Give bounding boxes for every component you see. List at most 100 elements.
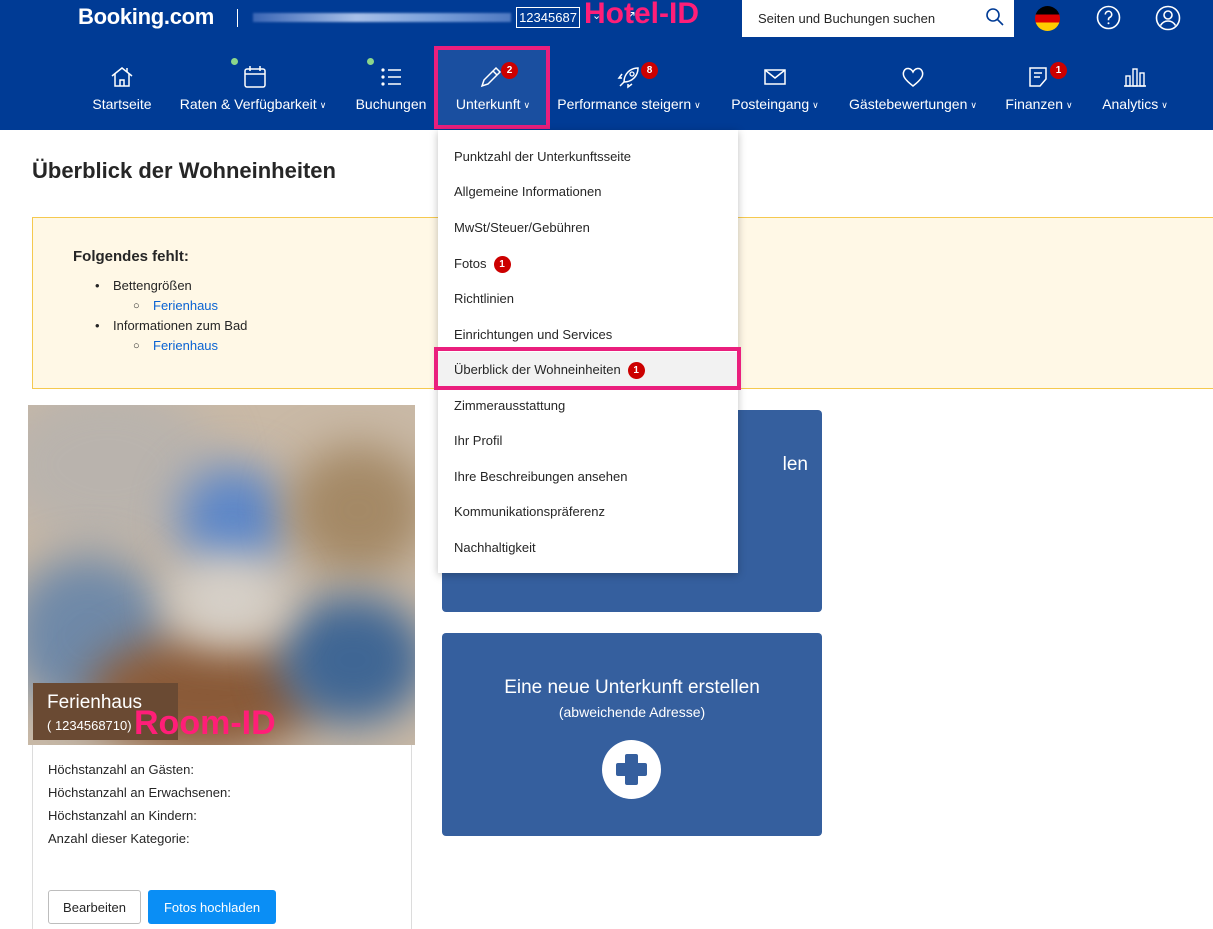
menu-item-label: Richtlinien [454, 291, 514, 306]
german-flag-icon[interactable] [1035, 6, 1060, 31]
notification-badge: 1 [1050, 62, 1067, 79]
hotel-id-badge[interactable]: 12345687 [516, 7, 580, 28]
nav-label-text: Raten & Verfügbarkeit [179, 96, 317, 112]
menu-item-mwst[interactable]: MwSt/Steuer/Gebühren [438, 210, 738, 245]
nav-item-buchungen[interactable]: Buchungen [350, 58, 432, 122]
notification-badge: 1 [493, 256, 511, 273]
plus-icon[interactable] [602, 740, 661, 799]
menu-item-fotos[interactable]: Fotos 1 [438, 246, 738, 281]
nav-label-text: Performance steigern [557, 96, 692, 112]
nav-label-text: Posteingang [731, 96, 810, 112]
photo-blur [168, 555, 288, 645]
upload-photos-button[interactable]: Fotos hochladen [148, 890, 276, 924]
nav-item-startseite[interactable]: Startseite [85, 60, 159, 122]
search-input[interactable]: Seiten und Buchungen suchen [742, 0, 1014, 37]
nav-label: Finanzen ∨ [999, 96, 1079, 112]
menu-item-label: Allgemeine Informationen [454, 184, 602, 199]
missing-item-link[interactable]: Ferienhaus [93, 296, 247, 316]
chevron-down-icon: ∨ [694, 100, 701, 110]
menu-item-label: Fotos [454, 256, 487, 271]
menu-item-richtlinien[interactable]: Richtlinien [438, 281, 738, 316]
list-icon [381, 68, 401, 86]
alert-title: Folgendes fehlt: [73, 248, 189, 265]
room-spec: Höchstanzahl an Erwachsenen: [48, 785, 231, 800]
nav-item-performance[interactable]: 8 Performance steigern ∨ [553, 60, 705, 122]
nav-label: Raten & Verfügbarkeit ∨ [172, 96, 334, 112]
room-spec: Anzahl dieser Kategorie: [48, 831, 190, 846]
nav-label: Buchungen [355, 96, 427, 112]
menu-item-label: Nachhaltigkeit [454, 540, 536, 555]
create-new-property-tile[interactable]: Eine neue Unterkunft erstellen (abweiche… [442, 633, 822, 836]
top-navigation-bar: Booking.com 12345687 ⌄ ↗ Hotel-ID Seiten… [0, 0, 1213, 130]
help-icon[interactable] [1096, 5, 1121, 30]
nav-label-text: Analytics [1102, 96, 1159, 112]
missing-info-list: Bettengrößen Ferienhaus Informationen zu… [93, 276, 247, 356]
page-title: Überblick der Wohneinheiten [32, 158, 336, 183]
menu-item-allgemeine-informationen[interactable]: Allgemeine Informationen [438, 174, 738, 209]
invoice-icon [1029, 67, 1047, 87]
menu-item-punktzahl[interactable]: Punktzahl der Unterkunftsseite [438, 139, 738, 174]
chevron-down-icon: ∨ [319, 100, 327, 110]
chevron-down-icon: ∨ [1066, 100, 1073, 110]
nav-label: Analytics ∨ [1094, 96, 1176, 112]
nav-item-posteingang[interactable]: Posteingang ∨ [724, 60, 826, 122]
menu-item-label: Kommunikationspräferenz [454, 504, 606, 519]
room-spec: Höchstanzahl an Kindern: [48, 808, 197, 823]
notification-badge: 8 [641, 62, 658, 79]
search-placeholder: Seiten und Buchungen suchen [758, 11, 936, 26]
nav-label: Posteingang ∨ [724, 96, 826, 112]
tile-subtitle: (abweichende Adresse) [558, 704, 706, 720]
chevron-down-icon: ∨ [970, 100, 977, 110]
nav-label-text: Gästebewertungen [849, 96, 968, 112]
heart-icon [902, 67, 924, 87]
menu-item-label: Einrichtungen und Services [454, 327, 613, 342]
menu-item-nachhaltigkeit[interactable]: Nachhaltigkeit [438, 530, 738, 565]
logo-divider [237, 9, 238, 27]
user-account-icon[interactable] [1155, 5, 1181, 31]
menu-item-label: MwSt/Steuer/Gebühren [454, 220, 590, 235]
menu-item-label: Punktzahl der Unterkunftsseite [454, 149, 632, 164]
status-dot [231, 58, 238, 65]
nav-item-gaestebewertungen[interactable]: Gästebewertungen ∨ [840, 60, 986, 122]
chevron-down-icon: ∨ [812, 100, 819, 110]
blurred-property-name [253, 13, 511, 22]
room-id-annotation: Room-ID [134, 704, 276, 742]
nav-item-analytics[interactable]: Analytics ∨ [1094, 60, 1176, 122]
search-icon[interactable] [985, 7, 1005, 27]
menu-item-kommunikation[interactable]: Kommunikationspräferenz [438, 494, 738, 529]
room-id: ( 1234568710) [47, 718, 132, 733]
missing-item: Bettengrößen [93, 276, 247, 296]
nav-highlight-annotation [434, 46, 550, 129]
menu-item-label: Zimmerausstattung [454, 398, 566, 413]
room-details-card: Höchstanzahl an Gästen: Höchstanzahl an … [32, 745, 412, 929]
nav-label: Startseite [92, 96, 152, 112]
menu-item-zimmerausstattung[interactable]: Zimmerausstattung [438, 388, 738, 423]
hotel-id-annotation: Hotel-ID [584, 0, 699, 30]
chevron-down-icon: ∨ [1161, 100, 1168, 110]
rocket-icon [617, 67, 639, 89]
room-name: Ferienhaus [47, 692, 143, 713]
nav-label-text: Finanzen [1005, 96, 1063, 112]
menu-item-beschreibungen[interactable]: Ihre Beschreibungen ansehen [438, 459, 738, 494]
menu-highlight-annotation [434, 347, 741, 390]
nav-label: Performance steigern ∨ [553, 96, 705, 112]
status-dot [367, 58, 374, 65]
photo-blur [278, 595, 415, 725]
calendar-icon [244, 66, 266, 88]
edit-button[interactable]: Bearbeiten [48, 890, 141, 924]
tile-title: Eine neue Unterkunft erstellen [504, 677, 760, 698]
nav-item-raten-verfuegbarkeit[interactable]: Raten & Verfügbarkeit ∨ [172, 58, 334, 122]
missing-item: Informationen zum Bad [93, 316, 247, 336]
room-spec: Höchstanzahl an Gästen: [48, 762, 194, 777]
missing-item-link[interactable]: Ferienhaus [93, 336, 247, 356]
menu-item-label: Ihr Profil [454, 433, 503, 448]
booking-logo[interactable]: Booking.com [78, 4, 214, 30]
nav-label: Gästebewertungen ∨ [840, 96, 986, 112]
nav-item-finanzen[interactable]: 1 Finanzen ∨ [999, 60, 1079, 122]
bar-chart-icon [1124, 68, 1146, 87]
home-icon [111, 67, 133, 87]
menu-item-label: Ihre Beschreibungen ansehen [454, 469, 628, 484]
menu-item-profil[interactable]: Ihr Profil [438, 423, 738, 458]
photo-blur [288, 445, 415, 575]
envelope-icon [764, 69, 786, 85]
